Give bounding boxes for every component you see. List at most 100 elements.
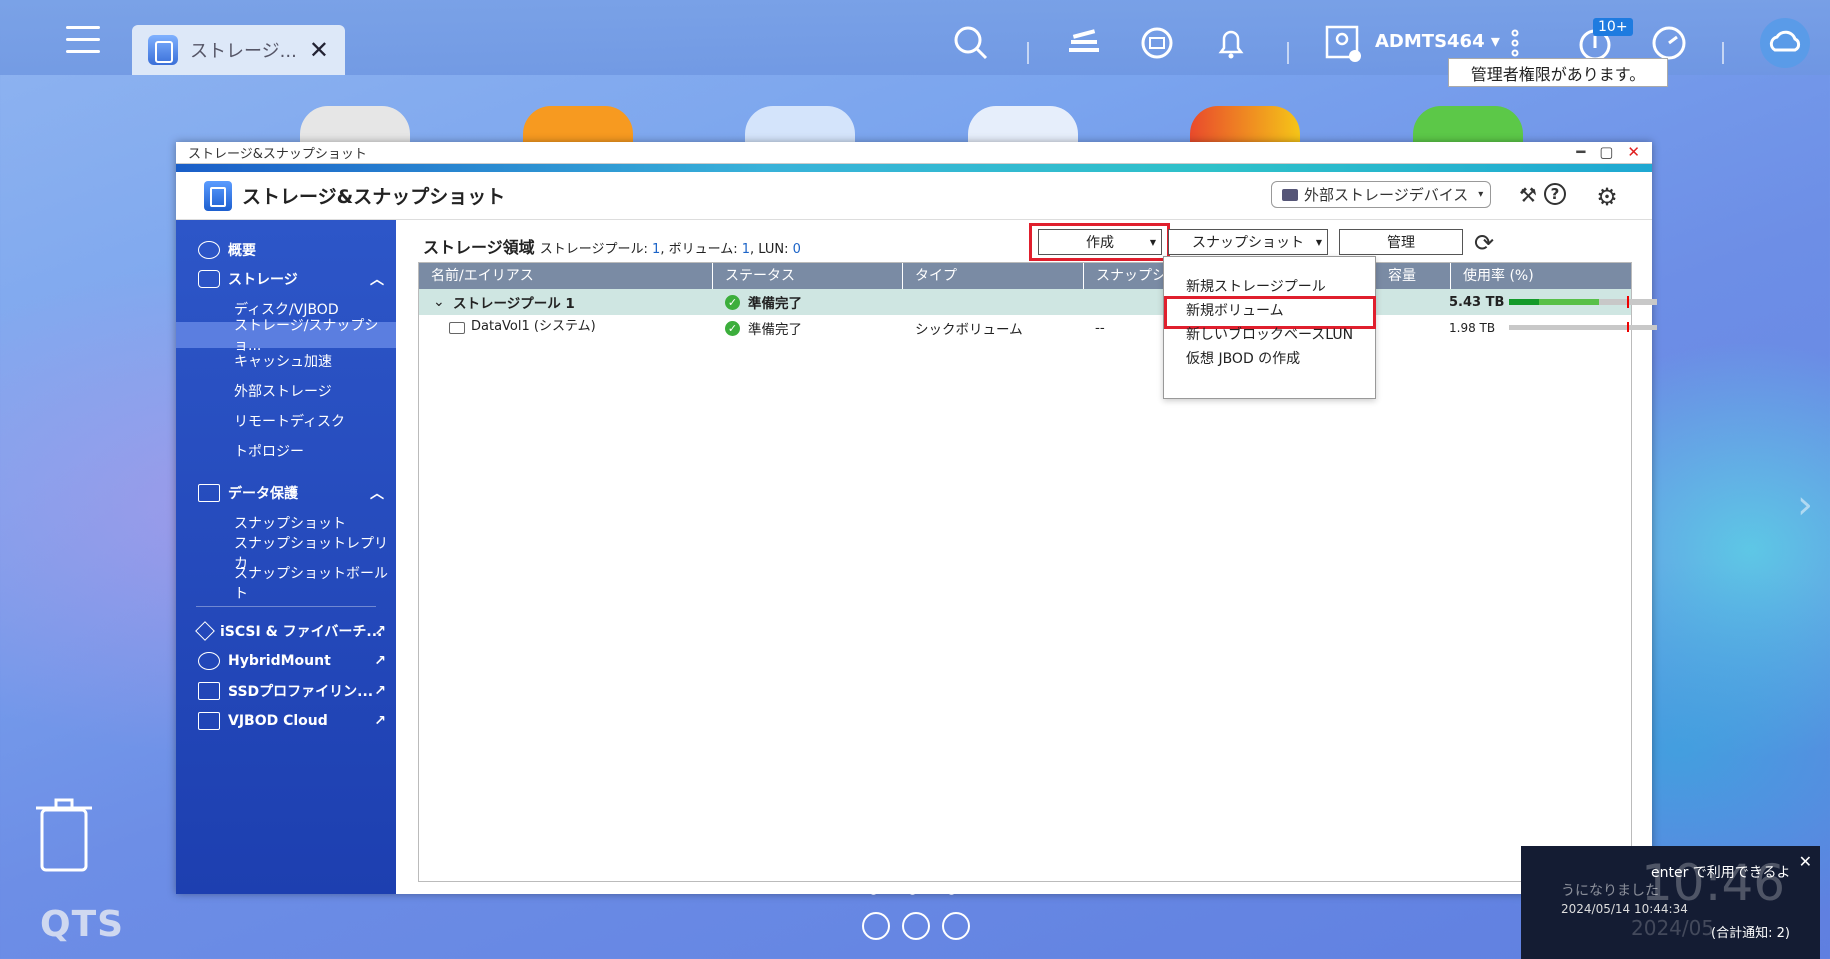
manage-button[interactable]: 管理 — [1339, 229, 1463, 255]
sidebar-item-overview[interactable]: 概要 — [176, 240, 396, 260]
sync-icon[interactable] — [1138, 24, 1176, 62]
dashboard-dock-icon[interactable] — [942, 912, 970, 940]
ssd-icon — [198, 682, 220, 700]
summary-volume-label: , ボリューム: — [660, 242, 742, 257]
menu-item-new-block-lun[interactable]: 新しいブロックベースLUN — [1186, 324, 1353, 344]
sidebar-label: データ保護 — [228, 486, 298, 502]
trash-icon[interactable] — [36, 798, 92, 874]
tools-dock-icon[interactable] — [902, 912, 930, 940]
sidebar-item-data-protection[interactable]: データ保護 ︿ — [176, 482, 396, 504]
search-icon[interactable] — [952, 24, 990, 62]
status-ok-icon: ✓ — [725, 294, 740, 310]
refresh-icon[interactable]: ⟳ — [1474, 229, 1494, 257]
summary-pool-label: ストレージプール: — [539, 242, 653, 257]
close-icon[interactable]: ✕ — [309, 36, 329, 64]
app-tab-label: ストレージ... — [190, 41, 297, 62]
resource-monitor-icon[interactable] — [1650, 24, 1688, 62]
threshold-marker — [1627, 296, 1629, 308]
sidebar-label: ストレージ — [228, 272, 298, 288]
chevron-down-icon: ▾ — [1478, 189, 1484, 200]
sidebar-item-snapshot-vault[interactable]: スナップショットボールト — [176, 566, 396, 602]
sidebar-link-iscsi[interactable]: iSCSI & ファイバーチ... ↗ — [176, 620, 396, 642]
sidebar-link-vjbod-cloud[interactable]: VJBOD Cloud ↗ — [176, 710, 396, 732]
sidebar-divider — [196, 606, 376, 607]
column-header-status[interactable]: ステータス — [713, 263, 903, 289]
column-header-capacity[interactable]: 容量 — [1376, 263, 1451, 289]
vjbod-cloud-icon — [198, 712, 220, 730]
volume-type: シックボリューム — [915, 322, 1023, 338]
sidebar-label: iSCSI & ファイバーチ... — [220, 624, 383, 640]
user-menu[interactable]: ADMTS464 ▾ — [1375, 31, 1500, 52]
external-device-dropdown[interactable]: 外部ストレージデバイス ▾ — [1271, 181, 1491, 208]
table-row[interactable]: DataVol1 (システム) ✓ 準備完了 シックボリューム -- 1.98 … — [419, 315, 1657, 341]
myqnapcloud-icon[interactable] — [1760, 18, 1810, 68]
taskbar-divider — [1722, 42, 1724, 64]
column-header-type[interactable]: タイプ — [903, 263, 1084, 289]
menu-item-create-virtual-jbod[interactable]: 仮想 JBOD の作成 — [1186, 348, 1300, 368]
user-avatar-icon[interactable] — [1324, 24, 1362, 62]
snapshot-button-label: スナップショット — [1192, 235, 1304, 251]
summary-lun-label: , LUN: — [750, 242, 793, 257]
volume-icon — [449, 322, 465, 334]
close-icon[interactable]: ✕ — [1799, 852, 1812, 871]
app-tab-storage[interactable]: ストレージ... ✕ — [132, 25, 345, 75]
sidebar-label: SSDプロファイリン... — [228, 684, 374, 700]
storage-app-icon — [148, 35, 178, 65]
help-icon[interactable]: ? — [1544, 183, 1566, 205]
sidebar-item-storage-snapshot[interactable]: ストレージ/スナップショ... — [176, 318, 396, 354]
notification-toast[interactable]: 10:46 2024/05 enter で利用できるよ うになりました 2024… — [1521, 846, 1820, 959]
minimize-icon[interactable]: ━ — [1576, 143, 1585, 161]
summary-volume-count: 1 — [741, 242, 750, 257]
chevron-up-icon[interactable]: ︿ — [370, 269, 384, 289]
sidebar-link-hybridmount[interactable]: HybridMount ↗ — [176, 650, 396, 672]
app-header: ストレージ&スナップショット 外部ストレージデバイス ▾ ⚒ ? ⚙ — [176, 172, 1652, 220]
notification-total[interactable]: (合計通知: 2) — [1711, 922, 1790, 941]
next-page-arrow-icon[interactable]: › — [1797, 482, 1813, 528]
snapshot-button[interactable]: スナップショット ▼ — [1168, 229, 1328, 255]
pool-name: ストレージプール 1 — [453, 296, 575, 312]
sidebar-item-snapshot[interactable]: スナップショット — [176, 512, 396, 534]
usb-drive-icon — [1282, 188, 1298, 201]
app-title: ストレージ&スナップショット — [242, 186, 506, 208]
menu-item-new-storage-pool[interactable]: 新規ストレージプール — [1186, 276, 1326, 296]
maximize-icon[interactable]: ▢ — [1599, 143, 1613, 161]
usage-fill-dark — [1509, 299, 1539, 305]
status-ok-icon: ✓ — [725, 320, 740, 336]
page-dot[interactable] — [909, 888, 916, 895]
create-dropdown-menu: 新規ストレージプール 新規ボリューム 新しいブロックベースLUN 仮想 JBOD… — [1163, 256, 1376, 399]
page-dot[interactable] — [870, 888, 877, 895]
sidebar-label: HybridMount — [228, 653, 331, 669]
column-header-usage[interactable]: 使用率 (%) — [1451, 263, 1631, 289]
window-titlebar[interactable]: ストレージ&スナップショット ━ ▢ ✕ — [176, 142, 1652, 164]
column-header-name[interactable]: 名前/エイリアス — [419, 263, 713, 289]
table-row[interactable]: ⌄ ストレージプール 1 ✓ 準備完了 5.43 TB — [419, 289, 1657, 315]
sidebar-link-ssd-profiling[interactable]: SSDプロファイリン... ↗ — [176, 680, 396, 702]
admin-tooltip: 管理者権限があります。 — [1448, 58, 1668, 87]
window-close-icon[interactable]: ✕ — [1627, 143, 1640, 161]
pool-capacity: 5.43 TB — [1449, 294, 1505, 310]
table-header: 名前/エイリアス ステータス タイプ スナップシ 容量 使用率 (%) — [419, 263, 1631, 289]
sidebar: 概要 ストレージ ︿ ディスク/VJBOD ストレージ/スナップショ... キャ… — [176, 220, 396, 894]
notification-count-badge: 10+ — [1593, 18, 1633, 36]
highlight-create-button — [1029, 223, 1170, 261]
notification-bell-icon[interactable] — [1212, 24, 1250, 62]
settings-gear-icon[interactable]: ⚙ — [1594, 183, 1620, 211]
cloud-dock-icon[interactable] — [862, 912, 890, 940]
sidebar-item-storage[interactable]: ストレージ ︿ — [176, 268, 396, 290]
chevron-down-icon[interactable]: ⌄ — [433, 294, 445, 310]
sidebar-item-cache[interactable]: キャッシュ加速 — [176, 350, 396, 372]
more-options-icon[interactable] — [1508, 24, 1522, 62]
diagnostic-tool-icon[interactable]: ⚒ — [1515, 183, 1541, 209]
window-title: ストレージ&スナップショット — [188, 147, 367, 162]
sidebar-item-snapshot-replica[interactable]: スナップショットレプリカ — [176, 536, 396, 572]
external-link-icon: ↗ — [374, 713, 386, 729]
sidebar-label: 概要 — [228, 243, 256, 259]
chevron-up-icon[interactable]: ︿ — [370, 483, 384, 503]
sidebar-item-topology[interactable]: トポロジー — [176, 440, 396, 462]
sidebar-item-remote-disk[interactable]: リモートディスク — [176, 410, 396, 432]
sidebar-item-external-storage[interactable]: 外部ストレージ — [176, 380, 396, 402]
background-task-icon[interactable] — [1065, 24, 1103, 62]
page-dot[interactable] — [948, 888, 955, 895]
pool-status: 準備完了 — [748, 296, 802, 312]
main-menu-icon[interactable] — [66, 26, 100, 56]
